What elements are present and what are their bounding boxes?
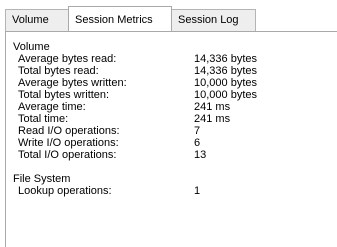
metric-value: 241 ms [194,101,231,113]
metric-label: Total time: [18,113,69,125]
metric-value: 241 ms [194,113,231,125]
metric-label: Lookup operations: [18,185,112,197]
metric-label: Total I/O operations: [18,149,117,161]
metric-label: Average bytes written: [18,77,127,89]
metric-row-total-io-operations: Total I/O operations: 13 [13,149,337,161]
metric-value: 14,336 bytes [194,65,257,77]
metric-row-average-bytes-read: Average bytes read: 14,336 bytes [13,53,337,65]
tab-session-log[interactable]: Session Log [171,9,256,31]
metric-value: 14,336 bytes [194,53,257,65]
metric-label: Average bytes read: [18,53,117,65]
metric-value: 10,000 bytes [194,77,257,89]
metric-label: Total bytes read: [18,65,99,77]
metric-label: Average time: [18,101,86,113]
metric-value: 6 [194,137,201,149]
metrics-content: Volume Average bytes read: 14,336 bytes … [13,41,337,241]
metric-label: Read I/O operations: [18,125,120,137]
volume-section-title: Volume [13,41,50,53]
metric-row-average-bytes-written: Average bytes written: 10,000 bytes [13,77,337,89]
metric-value: 10,000 bytes [194,89,257,101]
metric-row-total-bytes-read: Total bytes read: 14,336 bytes [13,65,337,77]
session-metrics-panel: Volume Average bytes read: 14,336 bytes … [5,31,337,247]
metric-row-total-bytes-written: Total bytes written: 10,000 bytes [13,89,337,101]
tab-strip: Volume Session Metrics Session Log [5,6,337,31]
metric-value: 13 [194,149,207,161]
metric-label: Write I/O operations: [18,137,119,149]
metric-row-total-time: Total time: 241 ms [13,113,337,125]
metric-value: 1 [194,185,201,197]
metric-row-read-io-operations: Read I/O operations: 7 [13,125,337,137]
file-system-section-title: File System [13,173,71,185]
tab-volume[interactable]: Volume [5,9,69,31]
metric-value: 7 [194,125,201,137]
metric-row-lookup-operations: Lookup operations: 1 [13,185,337,197]
tab-session-metrics[interactable]: Session Metrics [68,6,172,31]
metric-label: Total bytes written: [18,89,110,101]
metric-row-average-time: Average time: 241 ms [13,101,337,113]
metric-row-write-io-operations: Write I/O operations: 6 [13,137,337,149]
